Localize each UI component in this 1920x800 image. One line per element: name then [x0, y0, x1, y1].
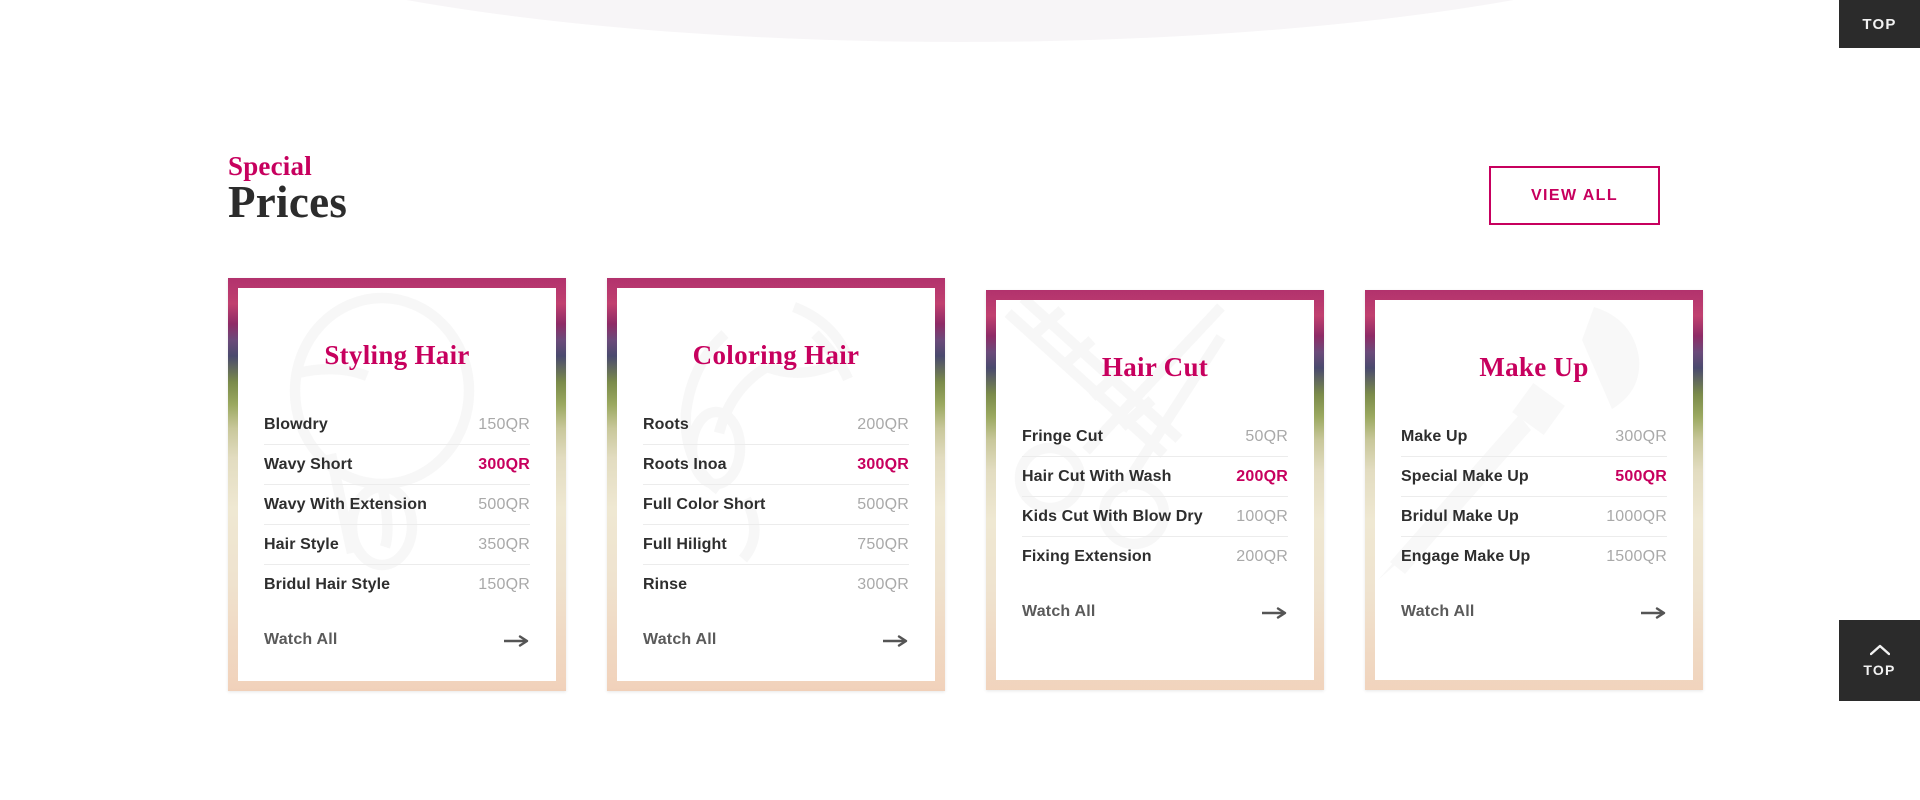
- watch-all-label: Watch All: [264, 631, 338, 648]
- price-row-name: Hair Style: [264, 535, 339, 553]
- top-tab-button[interactable]: TOP: [1839, 0, 1920, 48]
- arrow-right-icon: [1262, 606, 1288, 619]
- watch-all-label: Watch All: [1401, 603, 1475, 620]
- price-row: Full Color Short 500QR: [643, 485, 909, 525]
- price-row-value: 300QR: [857, 455, 909, 473]
- price-row-name: Fringe Cut: [1022, 427, 1103, 445]
- price-row: Kids Cut With Blow Dry 100QR: [1022, 497, 1288, 537]
- price-card: Hair Cut Fringe Cut 50QR Hair Cut With Wash…: [986, 290, 1324, 690]
- price-row-value: 1500QR: [1606, 548, 1667, 565]
- price-row: Engage Make Up 1500QR: [1401, 537, 1667, 577]
- price-row-name: Bridul Hair Style: [264, 576, 391, 593]
- view-all-label: VIEW ALL: [1530, 186, 1619, 204]
- price-row-name: Roots: [643, 415, 689, 433]
- price-row-name: Fixing Extension: [1022, 548, 1152, 565]
- arrow-right-icon: [1641, 606, 1667, 619]
- price-row-value: 300QR: [857, 576, 909, 593]
- price-rows: Fringe Cut 50QR Hair Cut With Wash 200QR Kid…: [1022, 417, 1288, 577]
- price-rows: Blowdry 150QR Wavy Short 300QR Wavy With Ext…: [264, 405, 530, 605]
- price-row-value: 50QR: [1245, 427, 1288, 445]
- watch-all-link[interactable]: Watch All: [643, 631, 909, 655]
- price-rows: Make Up 300QR Special Make Up 500QR Bridul M…: [1401, 417, 1667, 577]
- price-row-value: 750QR: [857, 535, 909, 553]
- price-row: Bridul Hair Style 150QR: [264, 565, 530, 605]
- price-row-value: 150QR: [478, 576, 530, 593]
- price-card: Styling Hair Blowdry 150QR Wavy Short 300QR W…: [228, 278, 566, 691]
- price-card-title: Styling Hair: [324, 340, 470, 370]
- price-row: Special Make Up 500QR: [1401, 457, 1667, 497]
- scroll-to-top-button[interactable]: TOP: [1839, 620, 1920, 701]
- price-row-value: 500QR: [478, 495, 530, 513]
- watch-all-label: Watch All: [1022, 603, 1096, 620]
- price-row-name: Special Make Up: [1401, 467, 1529, 485]
- section-header: Special Prices VIEW ALL: [228, 152, 1660, 232]
- price-row-name: Wavy With Extension: [264, 495, 427, 513]
- price-row: Roots 200QR: [643, 405, 909, 445]
- section-kicker: Special: [228, 151, 312, 181]
- price-row-value: 100QR: [1236, 507, 1288, 525]
- section-title: Prices: [228, 177, 348, 228]
- watch-all-label: Watch All: [643, 631, 717, 648]
- price-card-inner: Hair Cut Fringe Cut 50QR Hair Cut With Wash…: [996, 300, 1314, 680]
- price-row-name: Rinse: [643, 576, 688, 593]
- price-row-value: 200QR: [1236, 467, 1288, 485]
- price-row: Hair Style 350QR: [264, 525, 530, 565]
- price-rows: Roots 200QR Roots Inoa 300QR Full Color Shor…: [643, 405, 909, 605]
- price-row-value: 500QR: [1615, 467, 1667, 485]
- price-row-name: Engage Make Up: [1401, 548, 1531, 565]
- price-row: Full Hilight 750QR: [643, 525, 909, 565]
- watch-all-link[interactable]: Watch All: [1022, 603, 1288, 627]
- top-tab-label: TOP: [1862, 15, 1897, 33]
- price-row-name: Make Up: [1401, 427, 1468, 445]
- scroll-to-top-label: TOP: [1863, 662, 1896, 678]
- price-cards-list: Styling Hair Blowdry 150QR Wavy Short 300QR W…: [228, 278, 1703, 691]
- view-all-button[interactable]: VIEW ALL: [1489, 166, 1660, 225]
- price-card-inner: Styling Hair Blowdry 150QR Wavy Short 300QR W…: [238, 288, 556, 681]
- page-title: Special Prices: [228, 152, 347, 226]
- price-row-name: Kids Cut With Blow Dry: [1022, 507, 1203, 525]
- price-row-name: Roots Inoa: [643, 455, 727, 473]
- price-row-value: 300QR: [1615, 427, 1667, 445]
- price-row: Roots Inoa 300QR: [643, 445, 909, 485]
- price-row: Make Up 300QR: [1401, 417, 1667, 457]
- arrow-right-icon: [504, 634, 530, 647]
- price-row-name: Bridul Make Up: [1401, 507, 1519, 525]
- price-row-value: 500QR: [857, 495, 909, 513]
- price-row-value: 150QR: [478, 415, 530, 433]
- price-row: Fixing Extension 200QR: [1022, 537, 1288, 577]
- watch-all-link[interactable]: Watch All: [1401, 603, 1667, 627]
- price-row-value: 200QR: [857, 415, 909, 433]
- special-prices-section: Special Prices VIEW ALL Styling Hair Blow…: [0, 0, 1920, 800]
- chevron-up-icon: [1869, 643, 1890, 656]
- price-row-value: 300QR: [478, 455, 530, 473]
- price-card-title: Coloring Hair: [692, 340, 860, 370]
- watch-all-link[interactable]: Watch All: [264, 631, 530, 655]
- price-row-name: Hair Cut With Wash: [1022, 467, 1172, 485]
- price-row: Bridul Make Up 1000QR: [1401, 497, 1667, 537]
- price-card: Make Up Make Up 300QR Special Make Up 500QR B…: [1365, 290, 1703, 690]
- price-row-value: 350QR: [478, 535, 530, 553]
- price-row-value: 1000QR: [1606, 507, 1667, 525]
- price-card-inner: Coloring Hair Roots 200QR Roots Inoa 300QR Fu…: [617, 288, 935, 681]
- price-row-name: Wavy Short: [264, 455, 353, 473]
- price-card-title: Hair Cut: [1101, 352, 1209, 382]
- price-row: Hair Cut With Wash 200QR: [1022, 457, 1288, 497]
- price-row-name: Full Color Short: [643, 495, 766, 513]
- arrow-right-icon: [883, 634, 909, 647]
- price-card-title: Make Up: [1479, 352, 1589, 382]
- price-row-name: Full Hilight: [643, 535, 727, 553]
- price-row: Blowdry 150QR: [264, 405, 530, 445]
- price-row: Wavy Short 300QR: [264, 445, 530, 485]
- price-row-name: Blowdry: [264, 415, 328, 433]
- price-row: Wavy With Extension 500QR: [264, 485, 530, 525]
- price-row: Fringe Cut 50QR: [1022, 417, 1288, 457]
- price-row-value: 200QR: [1236, 548, 1288, 565]
- price-card: Coloring Hair Roots 200QR Roots Inoa 300QR Fu…: [607, 278, 945, 691]
- price-row: Rinse 300QR: [643, 565, 909, 605]
- price-card-inner: Make Up Make Up 300QR Special Make Up 500QR B…: [1375, 300, 1693, 680]
